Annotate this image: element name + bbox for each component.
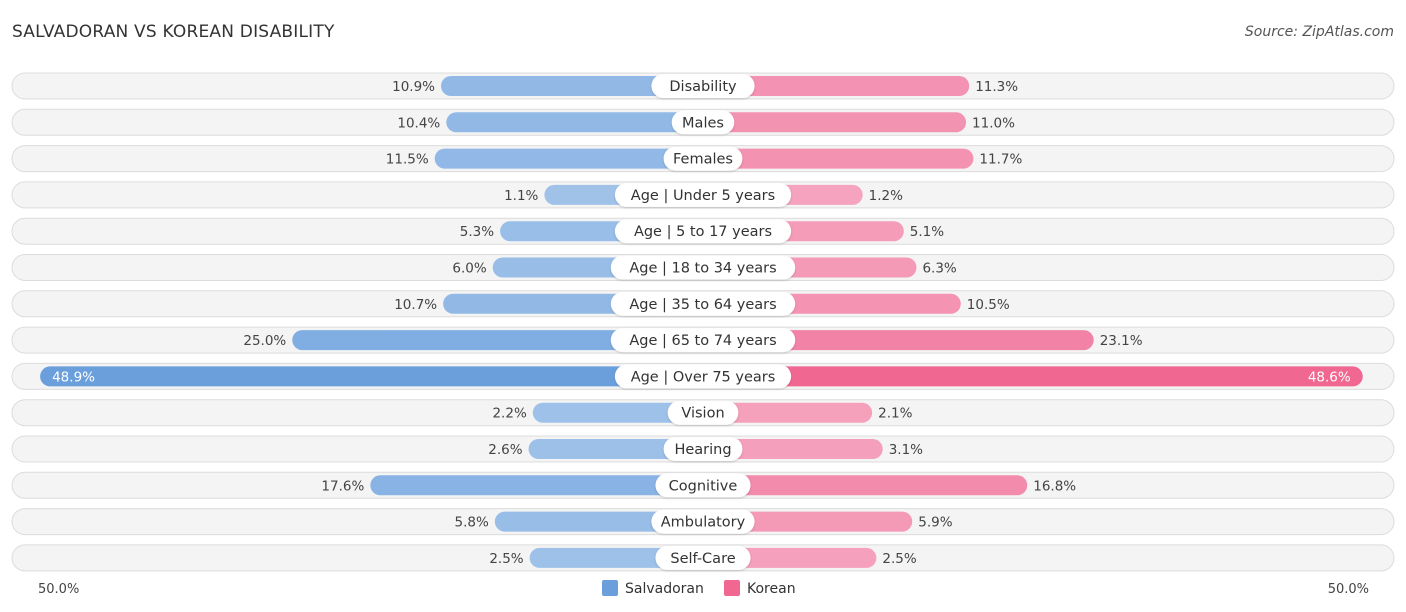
value-label-salvadoran: 2.5% — [489, 551, 523, 567]
value-label-korean: 11.0% — [972, 115, 1015, 131]
category-label: Females — [673, 152, 733, 168]
value-label-korean: 11.7% — [979, 152, 1022, 168]
value-label-salvadoran: 6.0% — [452, 261, 486, 277]
legend: Salvadoran Korean — [602, 580, 796, 597]
chart-row: Age | 18 to 34 years 6.0% 6.3% — [11, 254, 1395, 281]
value-label-korean: 5.1% — [910, 224, 944, 240]
chart-row: Vision 2.2% 2.1% — [11, 399, 1395, 427]
chart-row: Age | 35 to 64 years 10.7% 10.5% — [11, 290, 1395, 318]
bar-korean — [703, 148, 974, 169]
value-label-korean: 2.5% — [882, 551, 916, 567]
category-label: Hearing — [674, 442, 731, 458]
value-label-korean: 23.1% — [1100, 333, 1143, 349]
legend-swatch-korean — [724, 580, 740, 596]
category-label: Vision — [681, 406, 724, 422]
value-label-korean: 10.5% — [967, 297, 1010, 313]
value-label-salvadoran: 5.3% — [460, 224, 494, 240]
value-label-salvadoran: 17.6% — [321, 478, 364, 494]
chart-row: Age | Over 75 years 48.9% 48.6% — [11, 362, 1395, 390]
value-label-salvadoran: 10.7% — [394, 297, 437, 313]
value-label-salvadoran: 2.2% — [492, 406, 526, 422]
axis-label-left: 50.0% — [38, 582, 79, 597]
value-label-korean: 16.8% — [1033, 478, 1076, 494]
category-label: Age | 65 to 74 years — [629, 333, 776, 349]
value-label-korean: 3.1% — [889, 442, 923, 458]
category-label: Age | 5 to 17 years — [634, 224, 772, 240]
category-label: Males — [682, 115, 724, 131]
legend-swatch-salvadoran — [602, 580, 618, 596]
category-label: Disability — [669, 79, 737, 95]
chart-row: Ambulatory 5.8% 5.9% — [11, 508, 1395, 536]
chart-row: Disability 10.9% 11.3% — [11, 72, 1395, 100]
value-label-salvadoran: 10.4% — [397, 115, 440, 131]
value-label-salvadoran: 5.8% — [454, 515, 488, 531]
value-label-salvadoran: 2.6% — [488, 442, 522, 458]
bar-salvadoran — [434, 148, 703, 169]
value-label-korean: 1.2% — [869, 188, 903, 204]
chart-canvas: Disability 10.9% 11.3% Males 10.4% 11.0% Femal… — [11, 72, 1395, 597]
value-label-korean: 5.9% — [918, 515, 952, 531]
value-label-salvadoran: 11.5% — [386, 152, 429, 168]
category-label: Age | 35 to 64 years — [629, 297, 776, 313]
category-label: Age | Over 75 years — [631, 369, 776, 385]
bar-korean — [703, 475, 1028, 496]
value-label-salvadoran: 10.9% — [392, 79, 435, 95]
chart-row: Hearing 2.6% 3.1% — [11, 435, 1395, 463]
value-label-salvadoran: 48.9% — [52, 369, 95, 385]
chart-row: Cognitive 17.6% 16.8% — [11, 471, 1395, 499]
chart-row: Age | 5 to 17 years 5.3% 5.1% — [11, 217, 1395, 245]
chart-row: Age | Under 5 years 1.1% 1.2% — [11, 181, 1395, 209]
chart-row: Females 11.5% 11.7% — [11, 145, 1395, 173]
category-label: Age | Under 5 years — [631, 188, 775, 204]
chart-row: Self-Care 2.5% 2.5% — [11, 544, 1395, 572]
category-label: Ambulatory — [661, 515, 746, 531]
value-label-korean: 48.6% — [1308, 369, 1351, 385]
value-label-salvadoran: 25.0% — [243, 333, 286, 349]
bar-salvadoran — [40, 366, 704, 387]
value-label-korean: 2.1% — [878, 406, 912, 422]
bar-korean — [703, 366, 1363, 387]
axis-label-right: 50.0% — [1328, 582, 1369, 597]
category-label: Self-Care — [670, 551, 735, 567]
chart-footer: 50.0% 50.0% Salvadoran Korean — [38, 580, 1369, 597]
bar-salvadoran — [370, 475, 703, 496]
legend-label-korean: Korean — [747, 581, 796, 597]
chart-row: Males 10.4% 11.0% — [11, 108, 1395, 136]
value-label-salvadoran: 1.1% — [504, 188, 538, 204]
category-label: Cognitive — [669, 478, 738, 494]
chart-row: Age | 65 to 74 years 25.0% 23.1% — [11, 326, 1395, 354]
bar-korean — [703, 112, 967, 133]
bar-salvadoran — [446, 112, 703, 133]
value-label-korean: 6.3% — [922, 261, 956, 277]
value-label-korean: 11.3% — [975, 79, 1018, 95]
chart-rows: Disability 10.9% 11.3% Males 10.4% 11.0% Femal… — [11, 72, 1395, 572]
legend-label-salvadoran: Salvadoran — [625, 581, 704, 597]
category-label: Age | 18 to 34 years — [629, 261, 776, 277]
